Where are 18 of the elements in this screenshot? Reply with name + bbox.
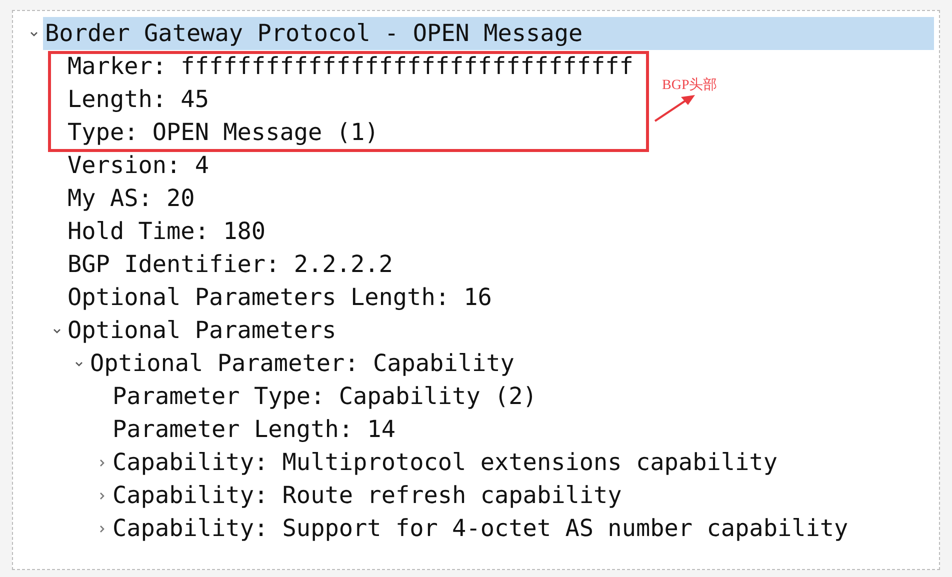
tree-row[interactable]: Optional Parameter: Capability <box>88 347 514 380</box>
tree-row[interactable]: Marker: ffffffffffffffffffffffffffffffff <box>66 50 634 83</box>
annotation-arrow <box>653 93 697 123</box>
tree-row[interactable]: Parameter Type: Capability (2) <box>110 380 537 413</box>
tree-row[interactable]: Optional Parameters <box>66 314 336 347</box>
tree-row[interactable]: BGP Identifier: 2.2.2.2 <box>66 248 393 281</box>
tree-row[interactable]: Optional Parameters Length: 16 <box>66 281 492 314</box>
tree-row[interactable]: Capability: Support for 4-octet AS number capability <box>110 512 848 545</box>
tree-row[interactable]: Hold Time: 180 <box>66 215 266 248</box>
tree-row[interactable]: Border Gateway Protocol - OPEN Message <box>43 17 934 50</box>
tree-row[interactable]: My AS: 20 <box>66 182 195 215</box>
tree-row[interactable]: Type: OPEN Message (1) <box>66 116 379 149</box>
tree-row[interactable]: Version: 4 <box>66 149 209 182</box>
tree-row[interactable]: Capability: Multiprotocol extensions capability <box>110 446 778 479</box>
tree-row[interactable]: Capability: Route refresh capability <box>110 479 622 512</box>
tree-row[interactable]: Parameter Length: 14 <box>110 413 396 446</box>
annotation-label: BGP头部 <box>662 76 718 95</box>
tree-row[interactable]: Length: 45 <box>66 83 209 116</box>
